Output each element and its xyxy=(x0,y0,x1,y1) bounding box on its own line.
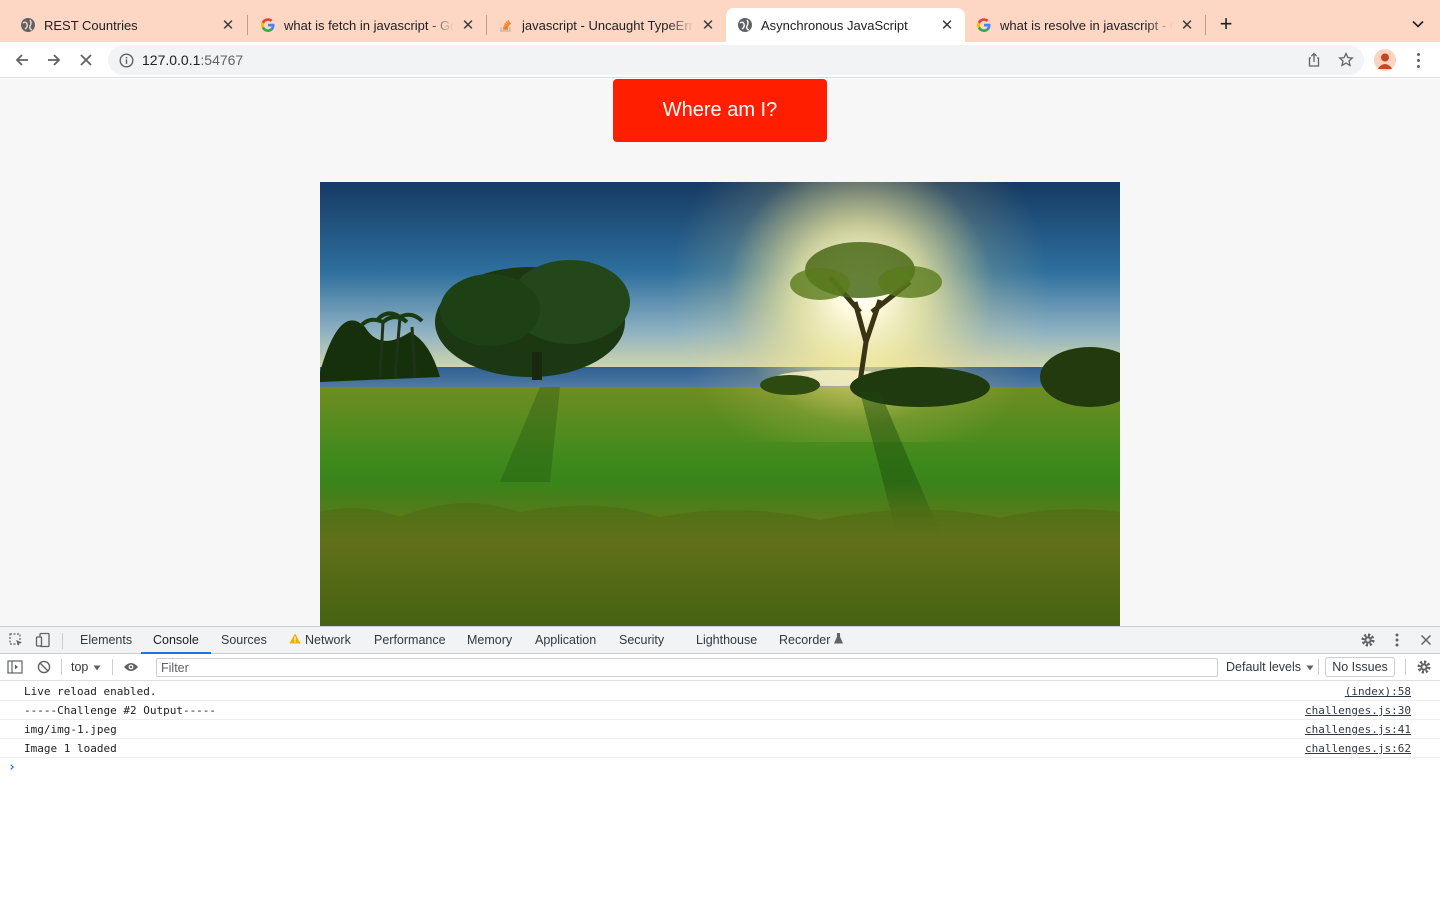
toolbar-divider xyxy=(1405,659,1406,675)
devtools-tab-recorder[interactable]: Recorder xyxy=(779,627,844,653)
log-source-link[interactable]: challenges.js:30 xyxy=(1305,704,1411,717)
tab-search-chevron-icon[interactable] xyxy=(1408,14,1428,34)
devtools-tab-performance[interactable]: Performance xyxy=(374,627,446,653)
new-tab-button[interactable]: + xyxy=(1214,13,1238,37)
tab-title: what is resolve in javascript - Google S… xyxy=(1000,17,1173,33)
browser-toolbar: 127.0.0.1 :54767 xyxy=(0,42,1440,78)
tab-separator xyxy=(1205,15,1206,35)
log-message: Image 1 loaded xyxy=(24,742,117,755)
inspect-element-icon[interactable] xyxy=(7,631,25,649)
toolbar-divider xyxy=(1318,659,1319,675)
url-port: :54767 xyxy=(200,52,244,68)
devtools-more-menu-icon[interactable] xyxy=(1388,631,1406,649)
devtools-tab-elements[interactable]: Elements xyxy=(80,627,132,653)
console-sidebar-icon[interactable] xyxy=(6,658,24,676)
log-message: img/img-1.jpeg xyxy=(24,723,117,736)
devtools-tab-lighthouse[interactable]: Lighthouse xyxy=(696,627,757,653)
devtools-tab-memory[interactable]: Memory xyxy=(467,627,512,653)
where-am-i-button[interactable]: Where am I? xyxy=(613,79,827,142)
profile-avatar-icon[interactable] xyxy=(1374,49,1396,71)
share-icon[interactable] xyxy=(1304,50,1324,70)
log-source-link[interactable]: (index):58 xyxy=(1345,685,1411,698)
tab-asynchronous-javascript[interactable]: Asynchronous JavaScript ✕ xyxy=(726,8,965,42)
tab-strip: REST Countries ✕ what is fetch in javasc… xyxy=(0,0,1440,42)
tab-title: REST Countries xyxy=(44,17,138,33)
dropdown-triangle-icon xyxy=(1306,660,1314,674)
warning-icon xyxy=(289,633,301,647)
bookmark-star-icon[interactable] xyxy=(1336,50,1356,70)
tab-stackoverflow[interactable]: javascript - Uncaught TypeError ✕ xyxy=(478,8,726,42)
devtools-close-icon[interactable] xyxy=(1417,631,1435,649)
console-settings-gear-icon[interactable] xyxy=(1415,658,1433,676)
tab-fetch-search[interactable]: what is fetch in javascript - Google Sea… xyxy=(240,8,486,42)
tab-title: javascript - Uncaught TypeError xyxy=(522,17,694,33)
stop-loading-icon[interactable] xyxy=(74,48,98,72)
toolbar-divider xyxy=(112,659,113,675)
devtools-tab-security[interactable]: Security xyxy=(619,627,664,653)
tab-title: Asynchronous JavaScript xyxy=(761,17,908,33)
devtools-tab-label: Network xyxy=(305,633,351,647)
log-levels-select[interactable]: Default levels xyxy=(1226,658,1314,676)
experiment-flask-icon xyxy=(834,632,844,647)
tab-title: what is fetch in javascript - Google Sea… xyxy=(284,17,454,33)
devtools-tab-bar: Elements Console Sources Network Perform… xyxy=(0,627,1440,654)
toolbar-divider xyxy=(61,659,62,675)
prompt-caret-icon: › xyxy=(8,760,16,775)
close-tab-icon[interactable]: ✕ xyxy=(220,17,236,34)
log-message: -----Challenge #2 Output----- xyxy=(24,704,217,717)
device-toolbar-icon[interactable] xyxy=(34,631,52,649)
devtools-panel: Elements Console Sources Network Perform… xyxy=(0,626,1440,900)
globe-icon xyxy=(20,17,36,33)
address-bar[interactable]: 127.0.0.1 :54767 xyxy=(108,45,1364,75)
close-tab-icon[interactable]: ✕ xyxy=(1179,17,1195,34)
console-filter-input[interactable]: Filter xyxy=(156,658,1218,677)
site-info-icon[interactable] xyxy=(118,52,134,68)
console-log-row: Image 1 loaded challenges.js:62 xyxy=(0,739,1440,758)
browser-menu-icon[interactable] xyxy=(1410,50,1426,70)
devtools-tab-console[interactable]: Console xyxy=(141,627,211,654)
toolbar-divider xyxy=(62,633,63,649)
js-context-label: top xyxy=(71,660,89,674)
clear-console-icon[interactable] xyxy=(35,658,53,676)
console-log-row: img/img-1.jpeg challenges.js:41 xyxy=(0,720,1440,739)
console-log-row: -----Challenge #2 Output----- challenges… xyxy=(0,701,1440,720)
devtools-tab-network[interactable]: Network xyxy=(289,627,351,653)
forward-arrow-icon[interactable] xyxy=(42,48,66,72)
console-prompt[interactable]: › xyxy=(0,758,1440,778)
globe-icon xyxy=(737,17,753,33)
devtools-tab-application[interactable]: Application xyxy=(535,627,596,653)
devtools-settings-gear-icon[interactable] xyxy=(1359,631,1377,649)
log-source-link[interactable]: challenges.js:62 xyxy=(1305,742,1411,755)
log-levels-label: Default levels xyxy=(1226,660,1302,674)
stackoverflow-icon xyxy=(498,17,514,33)
issues-button[interactable]: No Issues xyxy=(1325,657,1395,677)
page-viewport: Where am I? xyxy=(0,79,1440,626)
console-filter-bar: top Filter Default levels No Issues xyxy=(0,654,1440,681)
tab-resolve-search[interactable]: what is resolve in javascript - Google S… xyxy=(965,8,1205,42)
console-log-row: Live reload enabled. (index):58 xyxy=(0,682,1440,701)
log-message: Live reload enabled. xyxy=(24,685,157,698)
log-source-link[interactable]: challenges.js:41 xyxy=(1305,723,1411,736)
tab-rest-countries[interactable]: REST Countries ✕ xyxy=(0,8,246,42)
js-context-select[interactable]: top xyxy=(71,658,101,676)
google-icon xyxy=(260,17,276,33)
back-arrow-icon[interactable] xyxy=(10,48,34,72)
url-host: 127.0.0.1 xyxy=(142,52,201,68)
console-output: Live reload enabled. (index):58 -----Cha… xyxy=(0,682,1440,778)
google-icon xyxy=(976,17,992,33)
devtools-tab-label: Recorder xyxy=(779,633,831,647)
close-tab-icon[interactable]: ✕ xyxy=(460,17,476,34)
close-tab-icon[interactable]: ✕ xyxy=(700,17,716,34)
close-tab-icon[interactable]: ✕ xyxy=(939,17,955,34)
live-expression-eye-icon[interactable] xyxy=(122,658,140,676)
devtools-tab-sources[interactable]: Sources xyxy=(221,627,267,653)
dropdown-triangle-icon xyxy=(93,660,101,674)
landscape-image xyxy=(320,182,1120,626)
